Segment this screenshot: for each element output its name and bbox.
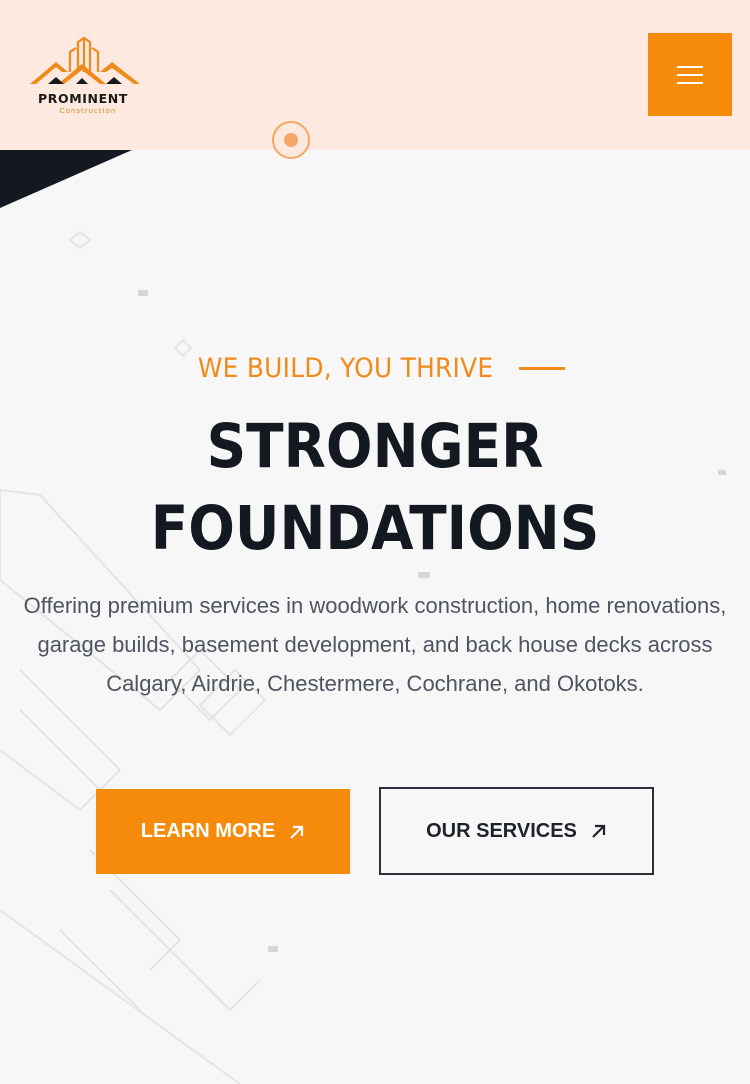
tagline-divider [518,366,565,370]
decorative-dot-icon [284,133,298,147]
hamburger-icon [677,65,703,85]
learn-more-label: LEARN MORE [140,820,276,842]
hero-headline: STRONGER FOUNDATIONS [38,406,713,570]
headline-line-1: STRONGER [206,411,544,482]
tagline-text: WE BUILD, YOU THRIVE [198,352,494,384]
arrow-up-right-icon [592,824,605,838]
site-header: PROMINENT Construction [0,0,750,150]
menu-button[interactable] [648,33,732,116]
our-services-button[interactable]: OUR SERVICES [379,787,654,875]
headline-line-2: FOUNDATIONS [150,493,600,564]
our-services-label: OUR SERVICES [426,819,577,842]
learn-more-button[interactable]: LEARN MORE [96,789,350,874]
hero-tagline: WE BUILD, YOU THRIVE [0,348,750,388]
logo-title: PROMINENT [38,91,128,106]
hero-description: Offering premium services in woodwork co… [23,593,727,696]
arrow-up-right-icon [290,825,304,839]
logo-subtitle: Construction [59,107,117,115]
